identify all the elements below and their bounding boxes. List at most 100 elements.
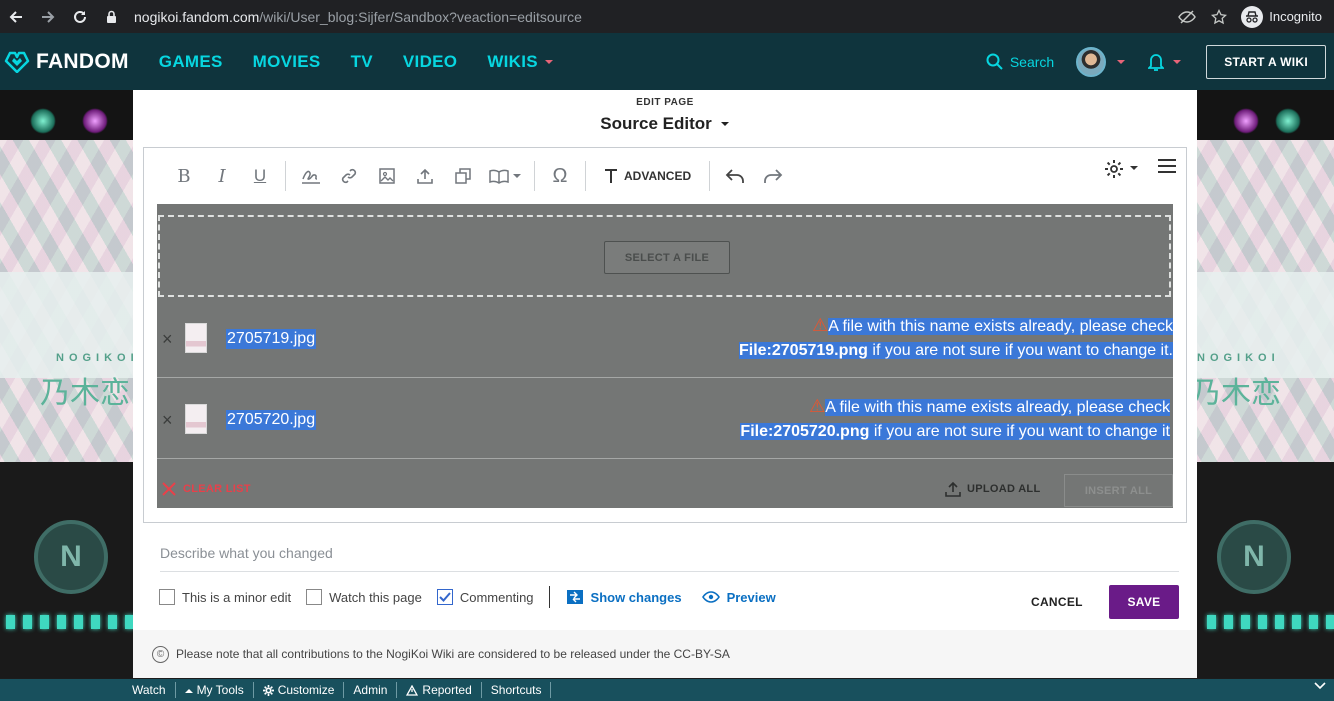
address-bar[interactable]: nogikoi.fandom.com/wiki/User_blog:Sijfer… [106,0,582,33]
bell-icon [1148,53,1165,71]
image-button[interactable] [368,158,406,194]
checkmark-icon [436,589,453,605]
redo-icon [764,169,783,183]
user-menu[interactable] [1076,46,1126,77]
upload-button[interactable] [406,158,444,194]
redo-button[interactable] [754,158,792,194]
italic-button[interactable]: I [203,158,241,194]
reload-icon[interactable] [64,0,96,33]
warning-text: A file with this name exists already, pl… [828,318,1173,335]
show-changes-button[interactable]: Show changes [566,589,682,605]
search-button[interactable]: Search [986,53,1054,70]
stage-light [30,108,56,134]
gear-icon [262,684,274,696]
chevron-down-icon [1130,166,1138,170]
nav-movies[interactable]: MOVIES [253,52,321,72]
gallery-button[interactable] [444,158,482,194]
cancel-button[interactable]: CANCEL [1031,595,1083,609]
upload-icon [417,168,433,184]
nav-tv[interactable]: TV [351,52,373,72]
incognito-badge[interactable]: Incognito [1241,5,1322,28]
page-options-button[interactable] [1104,159,1138,179]
existing-file-link[interactable]: File:2705720.png [740,423,870,440]
omega-icon: Ω [552,164,568,187]
watch-page-checkbox[interactable]: Watch this page [306,589,422,605]
gallery-icon [455,168,471,184]
search-icon [986,53,1003,70]
search-label: Search [1009,53,1055,70]
forward-icon[interactable] [32,0,64,33]
file-exists-warning: ⚠A file with this name exists already, p… [650,394,1170,444]
bold-button[interactable]: B [165,158,203,194]
warning-text-rest: if you are not sure if you want to chang… [869,423,1170,440]
toolbar-admin[interactable]: Admin [344,682,398,698]
stage-lights [0,90,133,140]
nav-games[interactable]: GAMES [159,52,223,72]
advanced-label: ADVANCED [624,169,692,183]
brand-large-text: 乃木恋 [40,376,130,411]
watch-page-label: Watch this page [329,589,422,605]
eye-icon [701,591,720,603]
warning-icon [406,684,419,696]
hamburger-menu-button[interactable] [1158,158,1176,179]
preview-label: Preview [726,589,776,605]
notifications-button[interactable] [1148,52,1182,72]
eye-off-icon[interactable] [1171,9,1203,24]
editor-mode-dropdown[interactable]: Source Editor [600,114,729,134]
book-icon [489,169,509,184]
special-character-button[interactable]: Ω [541,158,579,194]
save-button[interactable]: SAVE [1109,585,1179,619]
avatar [1076,46,1107,77]
toolbar-reported[interactable]: Reported [397,682,482,698]
checkbox-unchecked [306,589,323,605]
stage-light [1233,108,1259,134]
signature-button[interactable] [292,158,330,194]
incognito-icon [1241,5,1264,28]
brand-small-text: NOGIKOI [56,352,133,364]
existing-file-link[interactable]: File:2705719.png [738,342,868,359]
start-wiki-button[interactable]: START A WIKI [1206,44,1326,79]
warning-text-rest: if you are not sure if you want to chang… [867,342,1173,359]
stage-lights [1197,90,1334,140]
remove-file-icon[interactable]: × [162,330,176,348]
advanced-button[interactable]: ADVANCED [592,168,703,184]
undo-button[interactable] [716,158,754,194]
insert-all-button[interactable]: INSERT ALL [1064,474,1173,507]
chevron-down-icon[interactable] [1314,682,1326,690]
fandom-logo[interactable]: FANDOM [4,50,129,74]
upload-all-button[interactable]: UPLOAD ALL [945,481,1040,497]
commenting-checkbox[interactable]: Commenting [436,589,534,605]
remove-file-icon[interactable]: × [162,411,176,429]
background-left: NOGIKOI 乃木恋 N [0,90,133,678]
stage-light [1275,108,1301,134]
minor-edit-checkbox[interactable]: This is a minor edit [159,589,291,605]
link-button[interactable] [330,158,368,194]
editor-header: EDIT PAGE Source Editor [133,90,1197,134]
link-icon [341,168,357,184]
toolbar-watch[interactable]: Watch [123,682,176,698]
preview-button[interactable]: Preview [701,589,776,605]
reported-label: Reported [422,683,472,697]
chevron-down-icon [1173,59,1182,64]
clear-list-button[interactable]: CLEAR LIST [161,481,251,497]
toolbar-divider [585,161,586,191]
upload-file-row: × 2705720.jpg ⚠A file with this name exi… [157,378,1173,459]
fandom-heart-icon [4,51,30,73]
nav-wikis[interactable]: WIKIS [487,52,554,72]
toolbar-shortcuts[interactable]: Shortcuts [482,682,552,698]
nav-video[interactable]: VIDEO [403,52,457,72]
edit-summary-input[interactable]: Describe what you changed [160,545,1179,572]
template-dropdown[interactable] [482,158,528,194]
editor-toolbar: B I U Ω ADVANCED [144,148,1186,204]
star-icon[interactable] [1203,8,1235,25]
toolbar-my-tools[interactable]: My Tools [176,682,254,698]
underline-button[interactable]: U [241,158,279,194]
select-file-button[interactable]: SELECT A FILE [604,241,730,274]
toolbar-divider [285,161,286,191]
toolbar-customize[interactable]: Customize [254,682,345,698]
upload-icon [945,481,961,497]
back-icon[interactable] [0,0,32,33]
fandom-logo-text: FANDOM [36,49,129,73]
upload-dialog: SELECT A FILE × 2705719.jpg ⚠A file with… [157,204,1173,508]
drop-zone[interactable]: SELECT A FILE [158,215,1171,297]
